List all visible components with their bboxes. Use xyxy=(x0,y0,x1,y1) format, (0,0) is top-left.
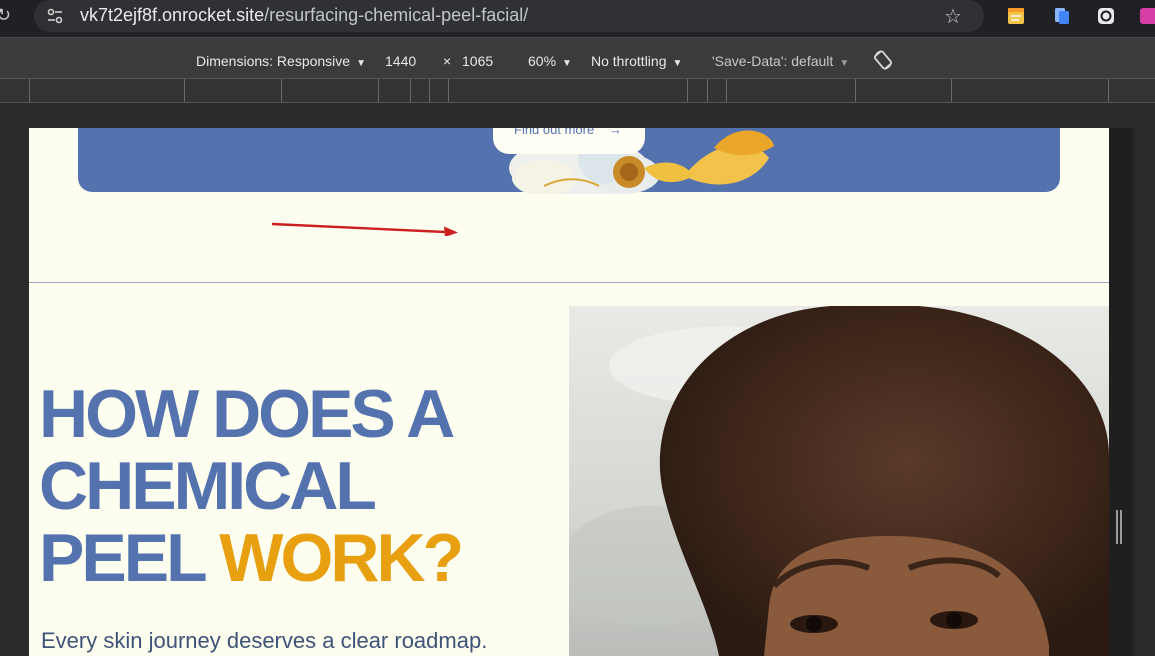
portrait-photo xyxy=(569,306,1109,656)
height-input[interactable]: 1065 xyxy=(462,53,493,69)
page-headline: HOW DOES A CHEMICAL PEEL WORK? xyxy=(39,378,559,594)
ruler-tick xyxy=(448,79,449,102)
ruler-tick xyxy=(281,79,282,102)
save-data-dropdown[interactable]: 'Save-Data': default ▼ xyxy=(712,53,849,69)
headline-peel: PEEL xyxy=(39,520,220,596)
caret-down-icon: ▼ xyxy=(839,58,850,69)
ruler-tick xyxy=(855,79,856,102)
notes-extension-icon[interactable] xyxy=(1006,6,1026,26)
ruler-tick xyxy=(184,79,185,102)
intro-subtext: Every skin journey deserves a clear road… xyxy=(41,628,488,653)
section-divider xyxy=(29,282,1109,283)
ruler-tick xyxy=(378,79,379,102)
save-data-label: 'Save-Data': default xyxy=(712,53,834,69)
page-viewport: Find out more → HOW DOES A CHEMICAL PEEL… xyxy=(29,128,1109,656)
resize-handle[interactable] xyxy=(1116,510,1124,544)
ruler-tick xyxy=(29,79,30,102)
dimensions-dropdown[interactable]: Dimensions: Responsive ▼ xyxy=(196,53,366,69)
viewport-scrollbar[interactable] xyxy=(1109,128,1133,656)
ruler-tick xyxy=(726,79,727,102)
headline-line-2: CHEMICAL xyxy=(39,448,377,524)
headline-work: WORK? xyxy=(219,520,464,596)
throttling-label: No throttling xyxy=(591,53,667,69)
ruler-tick xyxy=(1108,79,1109,102)
caret-down-icon: ▼ xyxy=(672,58,683,69)
star-icon[interactable]: ☆ xyxy=(944,4,962,29)
rotate-icon[interactable] xyxy=(872,49,894,71)
zoom-label: 60% xyxy=(528,53,557,69)
url-path: /resurfacing-chemical-peel-facial/ xyxy=(264,5,529,25)
ruler-tick xyxy=(410,79,411,102)
red-arrow-annotation xyxy=(271,222,458,236)
media-query-ruler[interactable] xyxy=(0,78,1155,103)
dimensions-label: Dimensions: Responsive xyxy=(196,53,351,69)
find-out-more-button[interactable]: Find out more → xyxy=(493,128,645,154)
tune-icon[interactable] xyxy=(45,6,65,26)
browser-top-bar: ↻ vk7t2ejf8f.onrocket.site/resurfacing-c… xyxy=(0,0,1155,37)
url-text[interactable]: vk7t2ejf8f.onrocket.site/resurfacing-che… xyxy=(80,5,528,26)
caret-down-icon: ▼ xyxy=(356,58,366,69)
ruler-tick xyxy=(951,79,952,102)
ruler-tick xyxy=(707,79,708,102)
find-out-more-label: Find out more xyxy=(514,128,595,137)
headline-line-3: PEEL WORK? xyxy=(39,522,559,594)
ruler-tick xyxy=(429,79,430,102)
throttling-dropdown[interactable]: No throttling ▼ xyxy=(591,53,682,69)
device-toolbar: Dimensions: Responsive ▼ 1440 × 1065 60% ▼… xyxy=(0,37,1155,78)
url-host: vk7t2ejf8f.onrocket.site xyxy=(80,5,265,25)
reload-icon[interactable]: ↻ xyxy=(0,5,16,25)
ruler-tick xyxy=(687,79,688,102)
width-input[interactable]: 1440 xyxy=(385,53,416,69)
arrow-right-icon: → xyxy=(609,128,622,137)
headline-line-1: HOW DOES A xyxy=(39,376,455,452)
caret-down-icon: ▼ xyxy=(562,58,572,69)
profile-extension-icon[interactable] xyxy=(1140,6,1155,26)
times-separator: × xyxy=(443,53,452,69)
docs-extension-icon[interactable] xyxy=(1052,6,1072,26)
record-extension-icon[interactable] xyxy=(1096,6,1116,26)
zoom-dropdown[interactable]: 60% ▼ xyxy=(528,53,572,69)
